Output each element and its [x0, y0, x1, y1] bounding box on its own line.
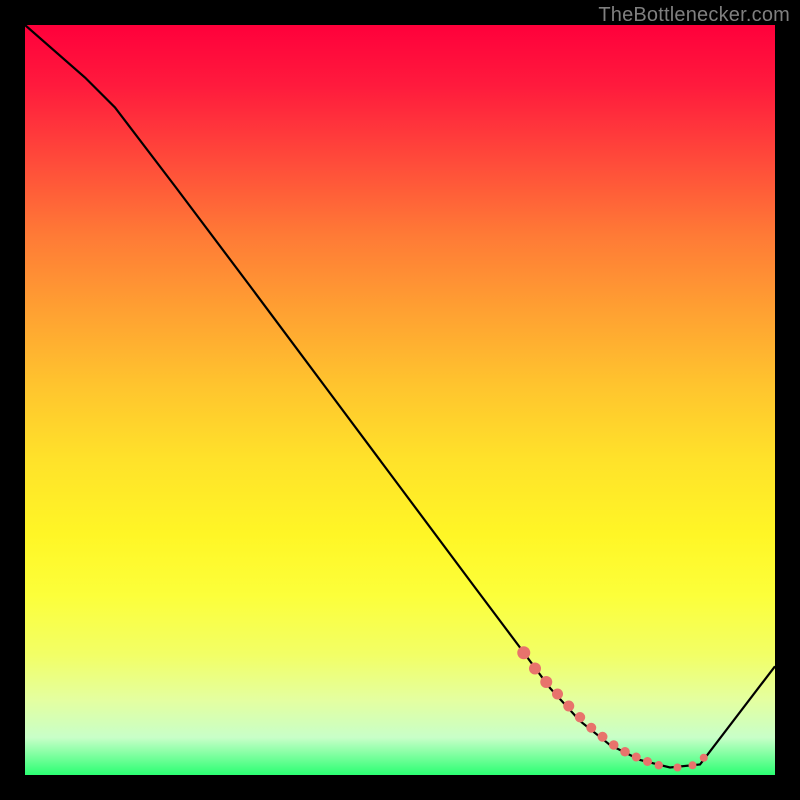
curve-line [25, 25, 775, 768]
highlight-dot [632, 753, 641, 762]
watermark-text: TheBottlenecker.com [598, 4, 790, 27]
chart-svg [25, 25, 775, 775]
highlight-dots [517, 646, 708, 771]
highlight-dot [609, 740, 619, 750]
highlight-dot [643, 757, 652, 766]
highlight-dot [552, 689, 563, 700]
highlight-dot [563, 701, 574, 712]
highlight-dot [540, 676, 552, 688]
highlight-dot [674, 764, 682, 772]
highlight-dot [517, 646, 530, 659]
highlight-dot [655, 761, 663, 769]
highlight-dot [689, 761, 697, 769]
chart-plot-area [25, 25, 775, 775]
highlight-dot [700, 754, 708, 762]
highlight-dot [598, 732, 608, 742]
highlight-dot [586, 723, 596, 733]
highlight-dot [620, 747, 630, 757]
highlight-dot [529, 663, 541, 675]
highlight-dot [575, 712, 585, 722]
